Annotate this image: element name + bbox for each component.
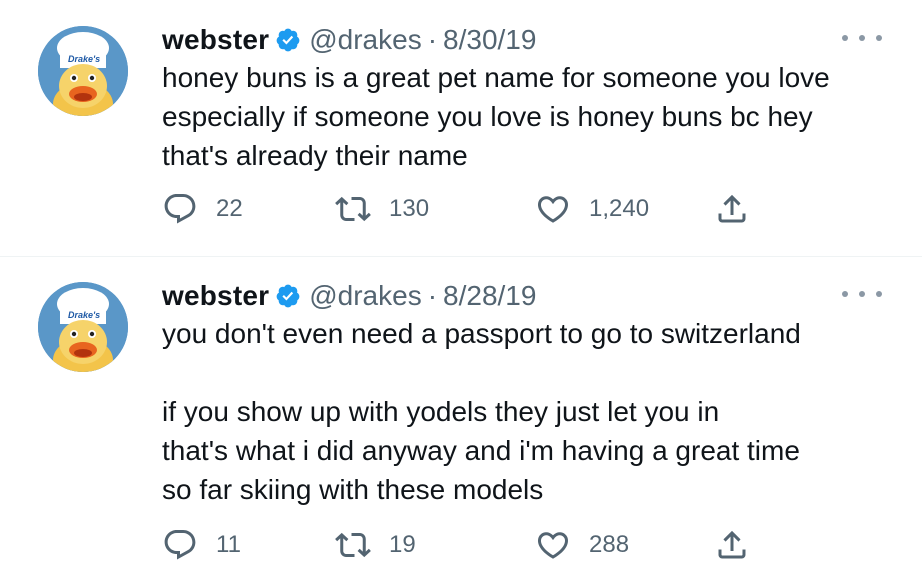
duck-mascot-icon: Drake's	[38, 26, 128, 116]
retweet-button[interactable]: 130	[335, 189, 429, 229]
separator-dot: ·	[427, 280, 438, 311]
tweet-date[interactable]: 8/28/19	[443, 280, 536, 312]
retweet-count: 130	[389, 195, 430, 222]
tweet-paragraph: honey buns is a great pet name for someo…	[162, 62, 830, 171]
like-button[interactable]: 288	[535, 525, 629, 565]
reply-button[interactable]: 11	[162, 525, 241, 565]
like-icon	[537, 196, 569, 223]
tweet-feed: Drake's webster @drakes · 8/30/19 honey …	[0, 0, 922, 588]
reply-icon	[164, 530, 196, 560]
share-icon	[718, 530, 746, 559]
verified-badge-icon	[275, 283, 301, 309]
svg-text:Drake's: Drake's	[68, 54, 100, 64]
avatar[interactable]: Drake's	[38, 282, 128, 372]
reply-button[interactable]: 22	[162, 189, 243, 229]
tweet[interactable]: Drake's webster @drakes · 8/28/19 you do…	[0, 256, 922, 588]
display-name[interactable]: webster	[162, 280, 269, 312]
tweet-date[interactable]: 8/30/19	[443, 24, 536, 56]
user-handle[interactable]: @drakes	[309, 24, 421, 56]
tweet-paragraph: you don't even need a passport to go to …	[162, 318, 801, 349]
retweet-count: 19	[389, 531, 416, 558]
display-name[interactable]: webster	[162, 24, 269, 56]
more-options-icon[interactable]	[842, 286, 882, 302]
share-button[interactable]	[714, 525, 750, 565]
share-icon	[718, 194, 746, 223]
separator-dot: ·	[427, 24, 438, 55]
reply-icon	[164, 194, 196, 224]
tweet-actions: 11 19 288	[162, 525, 762, 565]
retweet-icon	[335, 532, 371, 558]
tweet-text: honey buns is a great pet name for someo…	[162, 58, 882, 175]
tweet-paragraph: if you show up with yodels they just let…	[162, 396, 800, 505]
like-count: 1,240	[589, 195, 650, 222]
svg-text:Drake's: Drake's	[68, 310, 100, 320]
tweet-text: you don't even need a passport to go to …	[162, 314, 882, 509]
tweet[interactable]: Drake's webster @drakes · 8/30/19 honey …	[0, 0, 922, 256]
verified-badge-icon	[275, 27, 301, 53]
retweet-icon	[335, 196, 371, 222]
share-button[interactable]	[714, 189, 750, 229]
tweet-actions: 22 130 1,240	[162, 189, 762, 229]
like-icon	[537, 532, 569, 559]
tweet-header: webster @drakes · 8/30/19	[162, 22, 536, 58]
more-options-icon[interactable]	[842, 30, 882, 46]
like-button[interactable]: 1,240	[535, 189, 649, 229]
duck-mascot-icon: Drake's	[38, 282, 128, 372]
like-count: 288	[589, 531, 630, 558]
avatar[interactable]: Drake's	[38, 26, 128, 116]
user-handle[interactable]: @drakes	[309, 280, 421, 312]
reply-count: 22	[216, 195, 243, 222]
tweet-header: webster @drakes · 8/28/19	[162, 278, 536, 314]
reply-count: 11	[216, 531, 241, 558]
retweet-button[interactable]: 19	[335, 525, 416, 565]
